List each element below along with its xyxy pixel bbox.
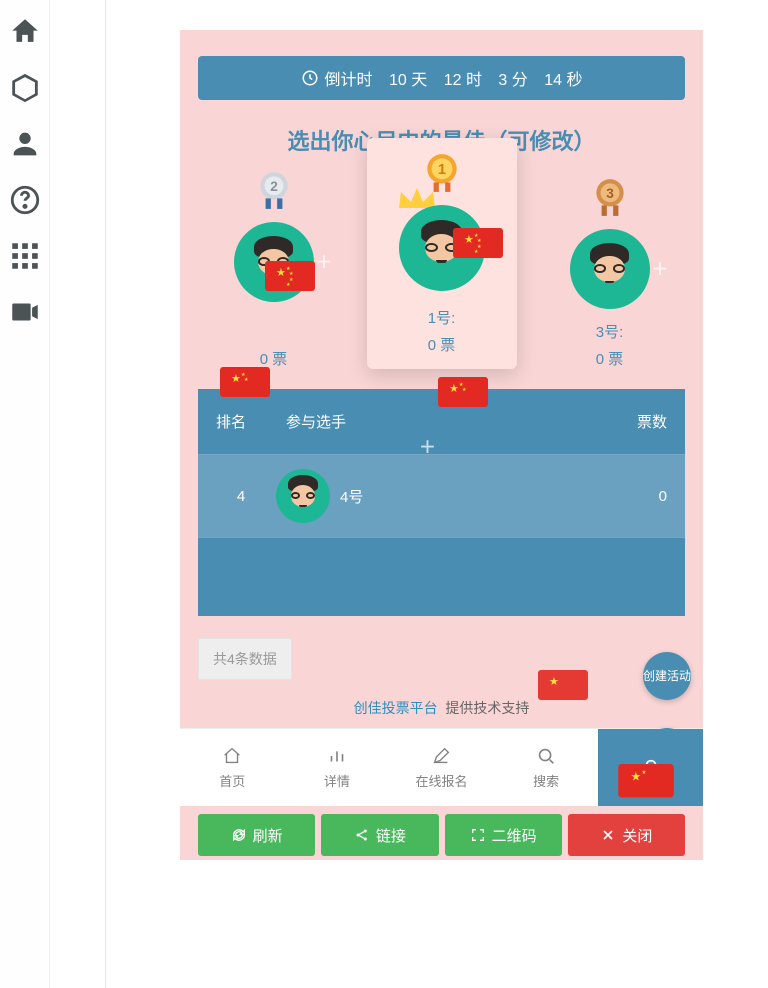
plus-icon: + xyxy=(420,431,435,575)
platform-link[interactable]: 创佳投票平台 xyxy=(354,700,438,716)
admin-sidebar xyxy=(0,0,50,988)
svg-text:★: ★ xyxy=(642,769,647,776)
svg-text:★: ★ xyxy=(276,267,286,279)
refresh-icon xyxy=(231,827,247,843)
countdown-label: 倒计时 xyxy=(325,66,373,90)
qrcode-button[interactable]: 二维码 xyxy=(445,814,562,856)
svg-text:★: ★ xyxy=(244,377,249,383)
cell-votes: 0 xyxy=(607,488,667,505)
rank-table: ★★★ ★★★ 排名 参与选手 票数 4 4号 0 + xyxy=(198,389,685,616)
grid-icon[interactable] xyxy=(8,230,42,282)
countdown-hours: 12 时 xyxy=(444,66,482,90)
svg-text:1: 1 xyxy=(437,162,445,178)
flag-icon: ★★★ xyxy=(438,377,488,413)
flag-icon: ★ xyxy=(538,670,588,706)
countdown-days: 10 天 xyxy=(389,66,427,90)
action-bar: 刷新 链接 二维码 关闭 xyxy=(180,810,703,860)
th-player: 参与选手 xyxy=(286,411,607,432)
rank-card-1[interactable]: 1 ★★★★★ 1号: 0 票 xyxy=(367,138,517,369)
votes-label: 0 票 xyxy=(535,348,685,369)
pencil-icon xyxy=(430,745,452,767)
svg-text:3: 3 xyxy=(606,186,614,201)
countdown-minutes: 3 分 xyxy=(498,66,527,90)
podium: 2 + ★★★★★ 0 票 1 ★★★★★ 1号: 0 票 3 + xyxy=(180,166,703,389)
divider xyxy=(105,0,106,988)
avatar: + xyxy=(570,229,650,309)
credit-suffix: 提供技术支持 xyxy=(445,700,529,716)
search-icon xyxy=(535,745,557,767)
svg-text:★: ★ xyxy=(286,282,291,288)
th-rank: 排名 xyxy=(216,411,286,432)
avatar xyxy=(276,469,330,523)
pager-total: 共4条数据 xyxy=(198,638,292,680)
rank-card-2[interactable]: 2 + ★★★★★ 0 票 xyxy=(199,169,349,369)
home-icon[interactable] xyxy=(8,6,42,58)
tab-search[interactable]: 搜索 xyxy=(494,729,599,806)
votes-label: 0 票 xyxy=(367,334,517,355)
svg-text:★: ★ xyxy=(449,383,459,395)
user-icon[interactable] xyxy=(8,118,42,170)
tab-rank[interactable]: ★★ xyxy=(598,729,703,806)
cell-player: 4号 xyxy=(340,486,607,507)
footer-credit: 创佳投票平台 提供技术支持 xyxy=(180,698,703,718)
flag-icon: ★★ xyxy=(616,764,676,804)
tab-apply[interactable]: 在线报名 xyxy=(389,729,494,806)
close-icon xyxy=(600,827,616,843)
bars-icon xyxy=(326,745,348,767)
rank-label: 3号: xyxy=(535,321,685,342)
svg-text:★: ★ xyxy=(631,770,642,784)
flag-icon: ★★★ xyxy=(220,367,270,403)
refresh-button[interactable]: 刷新 xyxy=(198,814,315,856)
help-icon[interactable] xyxy=(8,174,42,226)
svg-text:★: ★ xyxy=(231,373,241,385)
table-empty-row: + xyxy=(198,538,685,616)
flag-icon: ★★★★★ xyxy=(265,261,315,297)
mobile-preview: 倒计时 10 天 12 时 3 分 14 秒 选出你心目中的最佳（可修改） 2 … xyxy=(180,30,703,860)
rank-card-3[interactable]: 3 + 3号: 0 票 xyxy=(535,176,685,369)
close-button[interactable]: 关闭 xyxy=(568,814,685,856)
video-icon[interactable] xyxy=(8,286,42,338)
tab-home[interactable]: 首页 xyxy=(180,729,285,806)
pager: 共4条数据 xyxy=(198,638,685,680)
home-icon xyxy=(221,745,243,767)
svg-text:★: ★ xyxy=(462,387,467,393)
countdown-bar: 倒计时 10 天 12 时 3 分 14 秒 xyxy=(198,56,685,100)
bottom-tabbar: 首页 详情 在线报名 搜索 ★★ xyxy=(180,728,703,806)
medal-bronze-icon: 3 xyxy=(589,176,631,218)
votes-label: 0 票 xyxy=(199,348,349,369)
clock-icon xyxy=(301,69,319,87)
flag-icon: ★★★★★ xyxy=(453,228,503,264)
tab-detail[interactable]: 详情 xyxy=(285,729,390,806)
countdown-seconds: 14 秒 xyxy=(544,66,582,90)
svg-text:★: ★ xyxy=(474,249,479,255)
th-votes: 票数 xyxy=(607,411,667,432)
cell-rank: 4 xyxy=(216,488,266,505)
svg-text:2: 2 xyxy=(270,179,278,194)
plus-icon: + xyxy=(652,254,667,285)
fullscreen-icon xyxy=(470,827,486,843)
medal-silver-icon: 2 xyxy=(253,169,295,211)
svg-text:★: ★ xyxy=(549,676,559,688)
plus-icon: + xyxy=(316,247,331,278)
create-activity-button[interactable]: 创建活动 xyxy=(643,652,691,700)
share-icon xyxy=(354,827,370,843)
link-button[interactable]: 链接 xyxy=(321,814,438,856)
table-row[interactable]: 4 4号 0 xyxy=(198,455,685,538)
cube-icon[interactable] xyxy=(8,62,42,114)
rank-label: 1号: xyxy=(367,307,517,328)
svg-text:★: ★ xyxy=(464,234,474,246)
